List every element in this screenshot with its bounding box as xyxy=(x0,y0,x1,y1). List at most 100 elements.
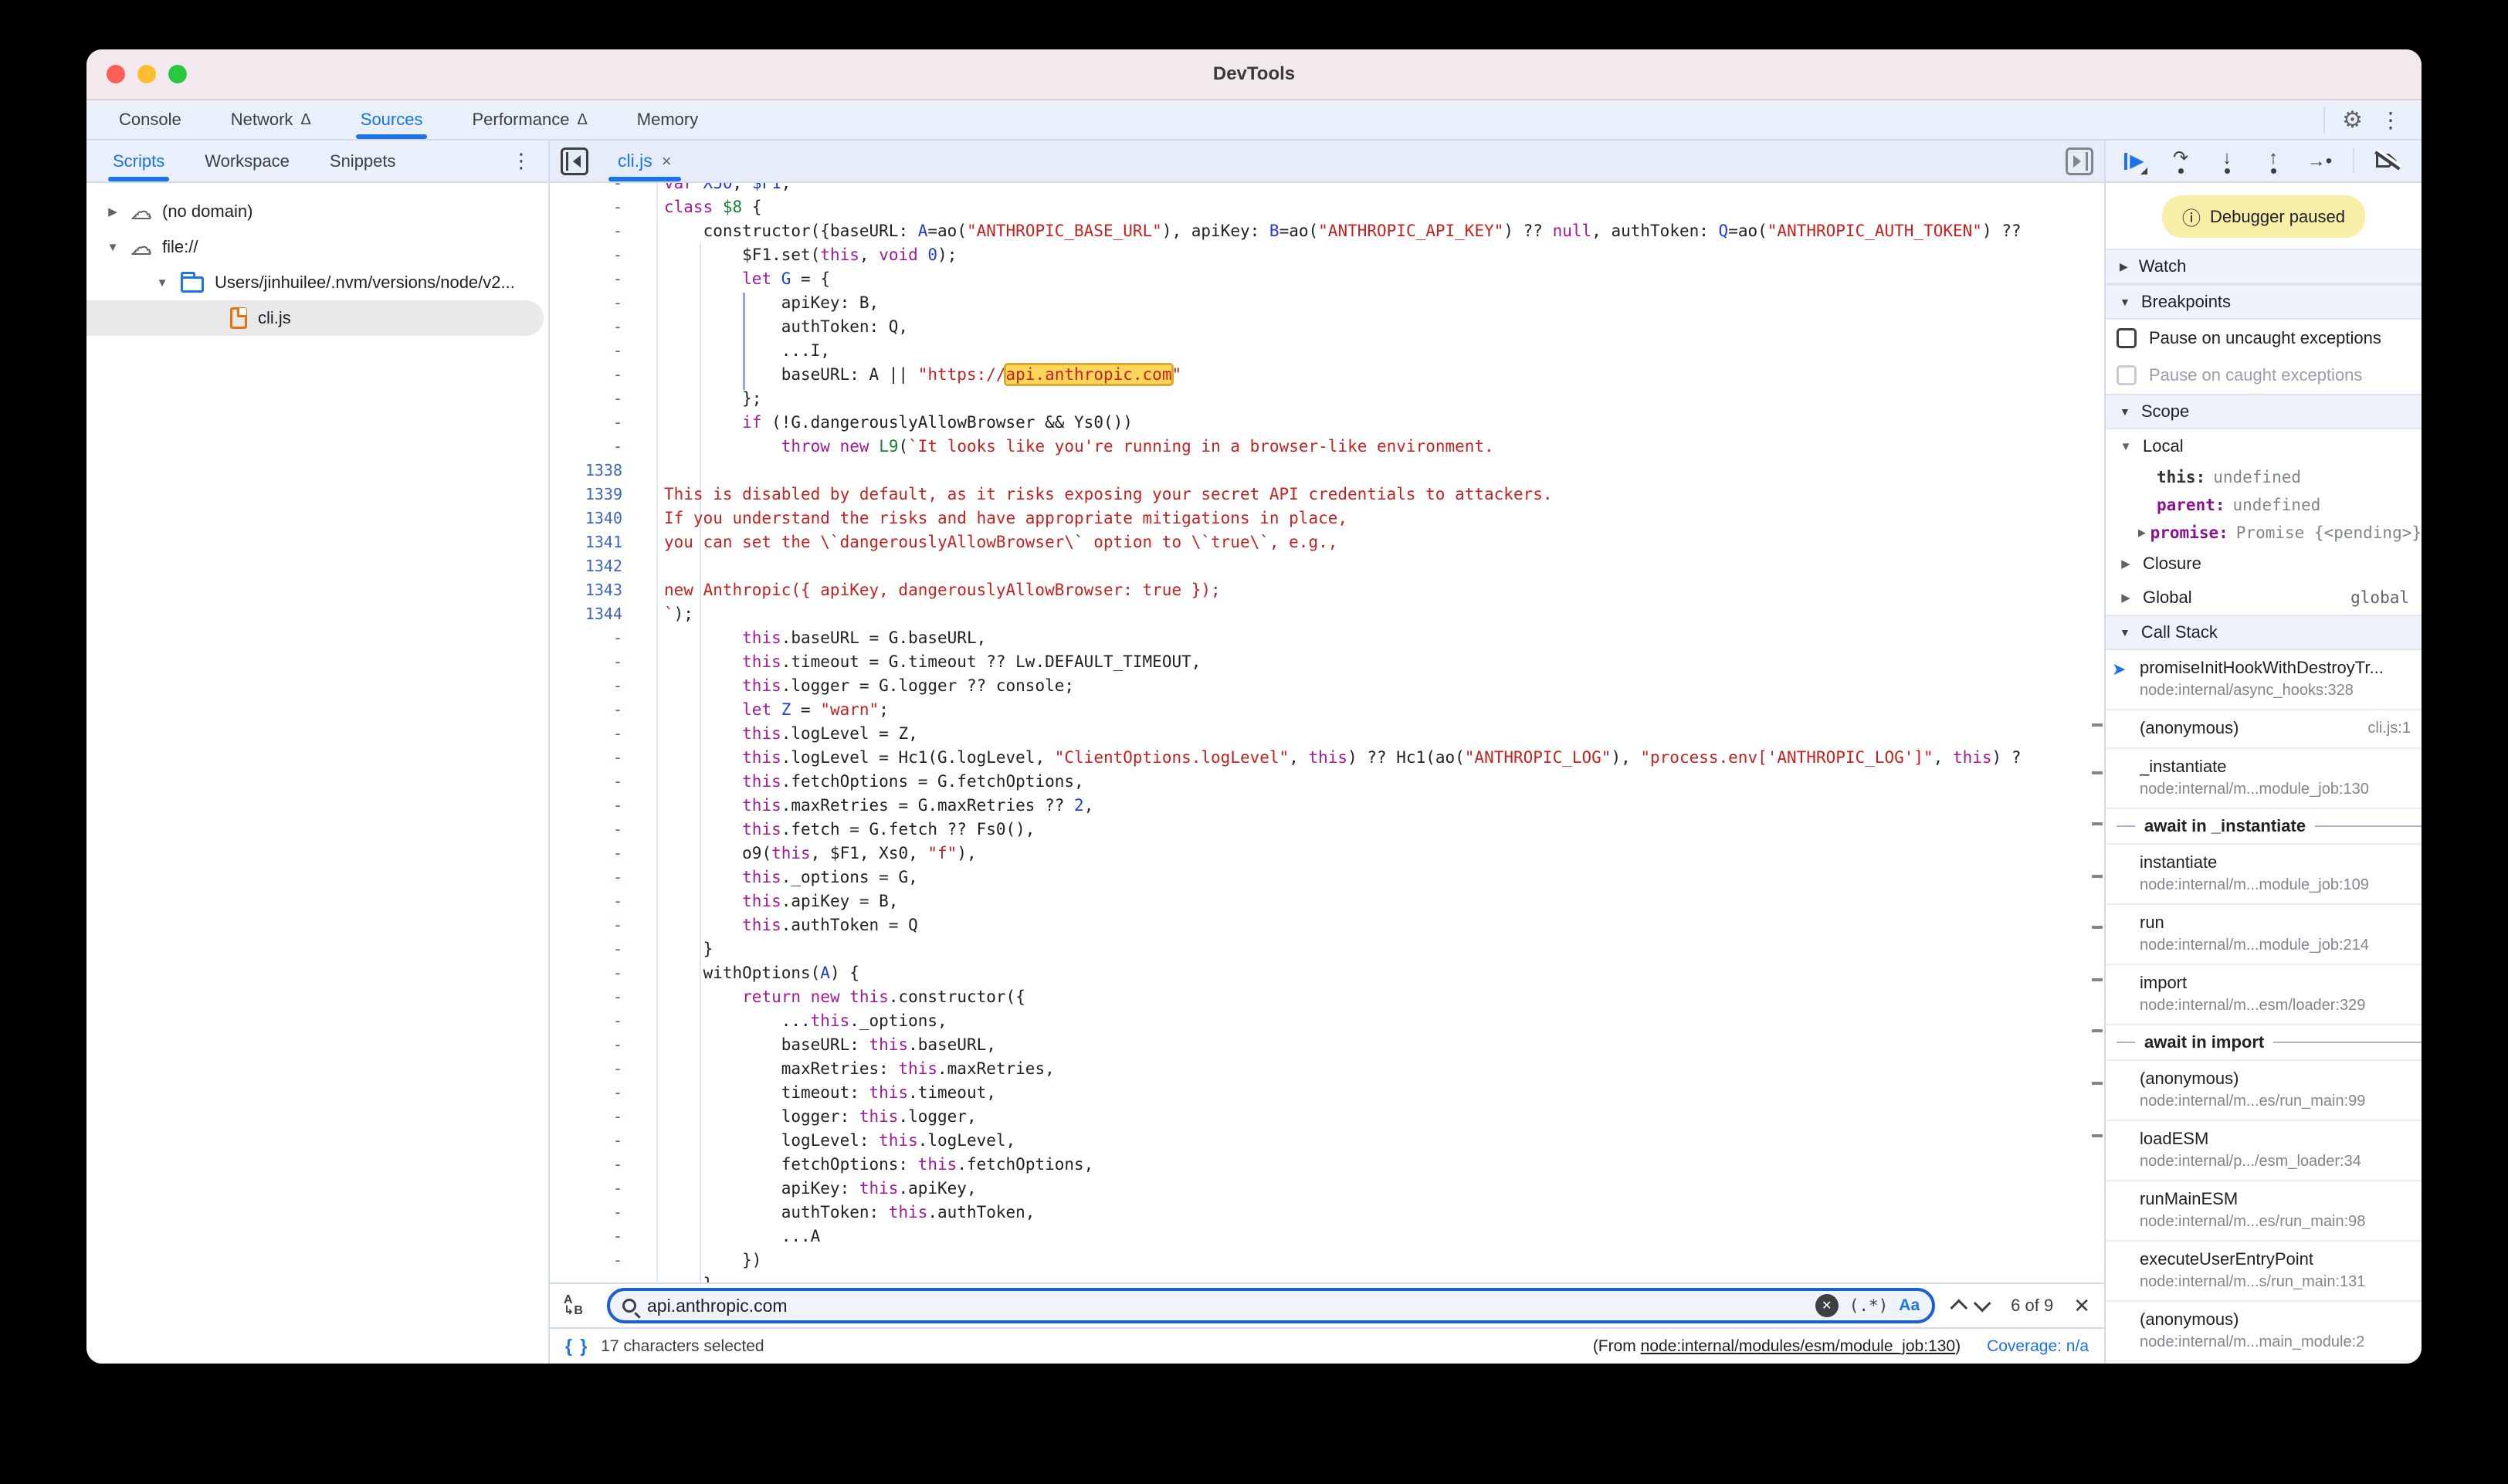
checkbox[interactable] xyxy=(2117,365,2137,385)
line-gutter[interactable]: - xyxy=(550,1272,658,1282)
scope-group-global[interactable]: ▶Globalglobal xyxy=(2106,581,2422,615)
code-line-text[interactable]: throw new L9(`It looks like you're runni… xyxy=(658,435,2104,459)
step-over-icon[interactable]: ↷ xyxy=(2167,148,2194,174)
line-gutter[interactable]: - xyxy=(550,937,658,961)
code-line-text[interactable]: this.logger = G.logger ?? console; xyxy=(658,674,2104,698)
line-gutter[interactable]: - xyxy=(550,961,658,985)
code-line-text[interactable]: this.logLevel = Hc1(G.logLevel, "ClientO… xyxy=(658,746,2104,770)
scope-group-closure[interactable]: ▶Closure xyxy=(2106,547,2422,581)
resume-icon[interactable]: ▶ xyxy=(2121,148,2147,174)
tab-network[interactable]: NetworkΔ xyxy=(226,100,316,139)
line-gutter[interactable]: - xyxy=(550,1033,658,1057)
code-line-text[interactable]: maxRetries: this.maxRetries, xyxy=(658,1057,2104,1081)
code-line-text[interactable]: `); xyxy=(658,602,2104,626)
panel-collapse-right-icon[interactable] xyxy=(2066,147,2093,175)
code-line-text[interactable]: fetchOptions: this.fetchOptions, xyxy=(658,1153,2104,1177)
code-line-text[interactable]: timeout: this.timeout, xyxy=(658,1081,2104,1105)
navigator-tab-workspace[interactable]: Workspace xyxy=(200,141,294,181)
line-gutter[interactable]: - xyxy=(550,626,658,650)
code-line-text[interactable]: you can set the \`dangerouslyAllowBrowse… xyxy=(658,530,2104,554)
code-line-text[interactable] xyxy=(658,554,2104,578)
line-gutter[interactable]: - xyxy=(550,1057,658,1081)
line-gutter[interactable]: - xyxy=(550,267,658,291)
tree-item[interactable]: ▼☁file:// xyxy=(86,229,548,265)
navigator-tab-scripts[interactable]: Scripts xyxy=(108,141,169,181)
tree-item[interactable]: ▼Users/jinhuilee/.nvm/versions/node/v2..… xyxy=(86,265,548,300)
find-replace-toggle-icon[interactable]: A↳B xyxy=(564,1295,591,1316)
line-gutter[interactable]: - xyxy=(550,794,658,818)
chevron-down-icon[interactable] xyxy=(1974,1295,1991,1313)
line-gutter[interactable]: - xyxy=(550,243,658,267)
line-gutter[interactable]: - xyxy=(550,1009,658,1033)
section-scope[interactable]: ▼ Scope xyxy=(2106,394,2422,429)
code-line-text[interactable]: authToken: Q, xyxy=(658,315,2104,339)
navigator-tab-snippets[interactable]: Snippets xyxy=(325,141,401,181)
line-gutter[interactable]: - xyxy=(550,770,658,794)
line-gutter[interactable]: - xyxy=(550,913,658,937)
code-line-text[interactable]: this.fetch = G.fetch ?? Fs0(), xyxy=(658,818,2104,842)
tab-console[interactable]: Console xyxy=(114,100,186,139)
call-stack-frame[interactable]: importnode:internal/m...esm/loader:329 xyxy=(2106,965,2422,1025)
line-gutter[interactable]: - xyxy=(550,842,658,866)
line-gutter[interactable]: - xyxy=(550,435,658,459)
code-line-text[interactable]: logLevel: this.logLevel, xyxy=(658,1129,2104,1153)
tab-sources[interactable]: Sources xyxy=(356,100,428,139)
breakpoint-option[interactable]: Pause on caught exceptions xyxy=(2106,357,2422,394)
tab-performance[interactable]: PerformanceΔ xyxy=(467,100,591,139)
checkbox[interactable] xyxy=(2117,328,2137,348)
call-stack-frame[interactable]: loadESMnode:internal/p.../esm_loader:34 xyxy=(2106,1121,2422,1181)
code-line-text[interactable]: this.fetchOptions = G.fetchOptions, xyxy=(658,770,2104,794)
scope-property[interactable]: this:undefined xyxy=(2106,463,2422,491)
chevron-right-icon[interactable]: ▶ xyxy=(2118,591,2133,605)
chevron-down-icon[interactable]: ▼ xyxy=(2120,626,2130,639)
code-line-text[interactable]: withOptions(A) { xyxy=(658,961,2104,985)
code-line-text[interactable]: If you understand the risks and have app… xyxy=(658,507,2104,530)
code-line-text[interactable]: apiKey: B, xyxy=(658,291,2104,315)
code-line-text[interactable]: new Anthropic({ apiKey, dangerouslyAllow… xyxy=(658,578,2104,602)
code-line-text[interactable]: }) xyxy=(658,1249,2104,1272)
code-line-text[interactable]: var X50, $F1; xyxy=(658,183,2104,195)
line-gutter[interactable]: 1338 xyxy=(550,459,658,483)
code-line-text[interactable]: authToken: this.authToken, xyxy=(658,1201,2104,1225)
call-stack-frame[interactable]: runMainESMnode:internal/m...es/run_main:… xyxy=(2106,1181,2422,1242)
code-line-text[interactable]: } xyxy=(658,1272,2104,1282)
code-line-text[interactable]: this.apiKey = B, xyxy=(658,889,2104,913)
code-line-text[interactable]: } xyxy=(658,937,2104,961)
code-line-text[interactable]: this._options = G, xyxy=(658,866,2104,889)
line-gutter[interactable]: - xyxy=(550,722,658,746)
chevron-down-icon[interactable]: ▼ xyxy=(2120,405,2130,418)
chevron-right-icon[interactable]: ▶ xyxy=(2120,260,2128,273)
code-line-text[interactable]: this.authToken = Q xyxy=(658,913,2104,937)
line-gutter[interactable]: 1339 xyxy=(550,483,658,507)
deactivate-breakpoints-icon[interactable] xyxy=(2374,152,2401,171)
settings-gear-icon[interactable]: ⚙ xyxy=(2342,107,2363,134)
line-gutter[interactable]: - xyxy=(550,195,658,219)
line-gutter[interactable]: - xyxy=(550,339,658,363)
line-gutter[interactable]: - xyxy=(550,1177,658,1201)
scope-property[interactable]: parent:undefined xyxy=(2106,491,2422,519)
code-line-text[interactable]: class $8 { xyxy=(658,195,2104,219)
chevron-down-icon[interactable]: ▼ xyxy=(105,241,120,254)
section-call-stack[interactable]: ▼ Call Stack xyxy=(2106,615,2422,650)
code-editor[interactable]: -var X50, $F1;-class $8 {- constructor({… xyxy=(550,183,2104,1282)
section-breakpoints[interactable]: ▼ Breakpoints xyxy=(2106,284,2422,320)
line-gutter[interactable]: 1341 xyxy=(550,530,658,554)
code-line-text[interactable]: constructor({baseURL: A=ao("ANTHROPIC_BA… xyxy=(658,219,2104,243)
line-gutter[interactable]: - xyxy=(550,1249,658,1272)
chevron-right-icon[interactable]: ▶ xyxy=(105,205,120,219)
line-gutter[interactable]: - xyxy=(550,866,658,889)
search-input[interactable]: api.anthropic.com ✕ (.*) Aa xyxy=(607,1288,1935,1323)
line-gutter[interactable]: - xyxy=(550,698,658,722)
code-line-text[interactable]: let G = { xyxy=(658,267,2104,291)
close-tab-icon[interactable]: × xyxy=(662,151,672,171)
scope-property[interactable]: ▶promise:Promise {<pending>} xyxy=(2106,519,2422,547)
code-line-text[interactable]: baseURL: this.baseURL, xyxy=(658,1033,2104,1057)
code-line-text[interactable]: logger: this.logger, xyxy=(658,1105,2104,1129)
line-gutter[interactable]: - xyxy=(550,183,658,195)
match-case-toggle[interactable]: Aa xyxy=(1899,1296,1920,1315)
source-origin-link[interactable]: node:internal/modules/esm/module_job:130 xyxy=(1641,1337,1955,1355)
line-gutter[interactable]: - xyxy=(550,818,658,842)
line-gutter[interactable]: - xyxy=(550,1225,658,1249)
code-line-text[interactable]: this.maxRetries = G.maxRetries ?? 2, xyxy=(658,794,2104,818)
step-icon[interactable]: →• xyxy=(2306,148,2333,174)
